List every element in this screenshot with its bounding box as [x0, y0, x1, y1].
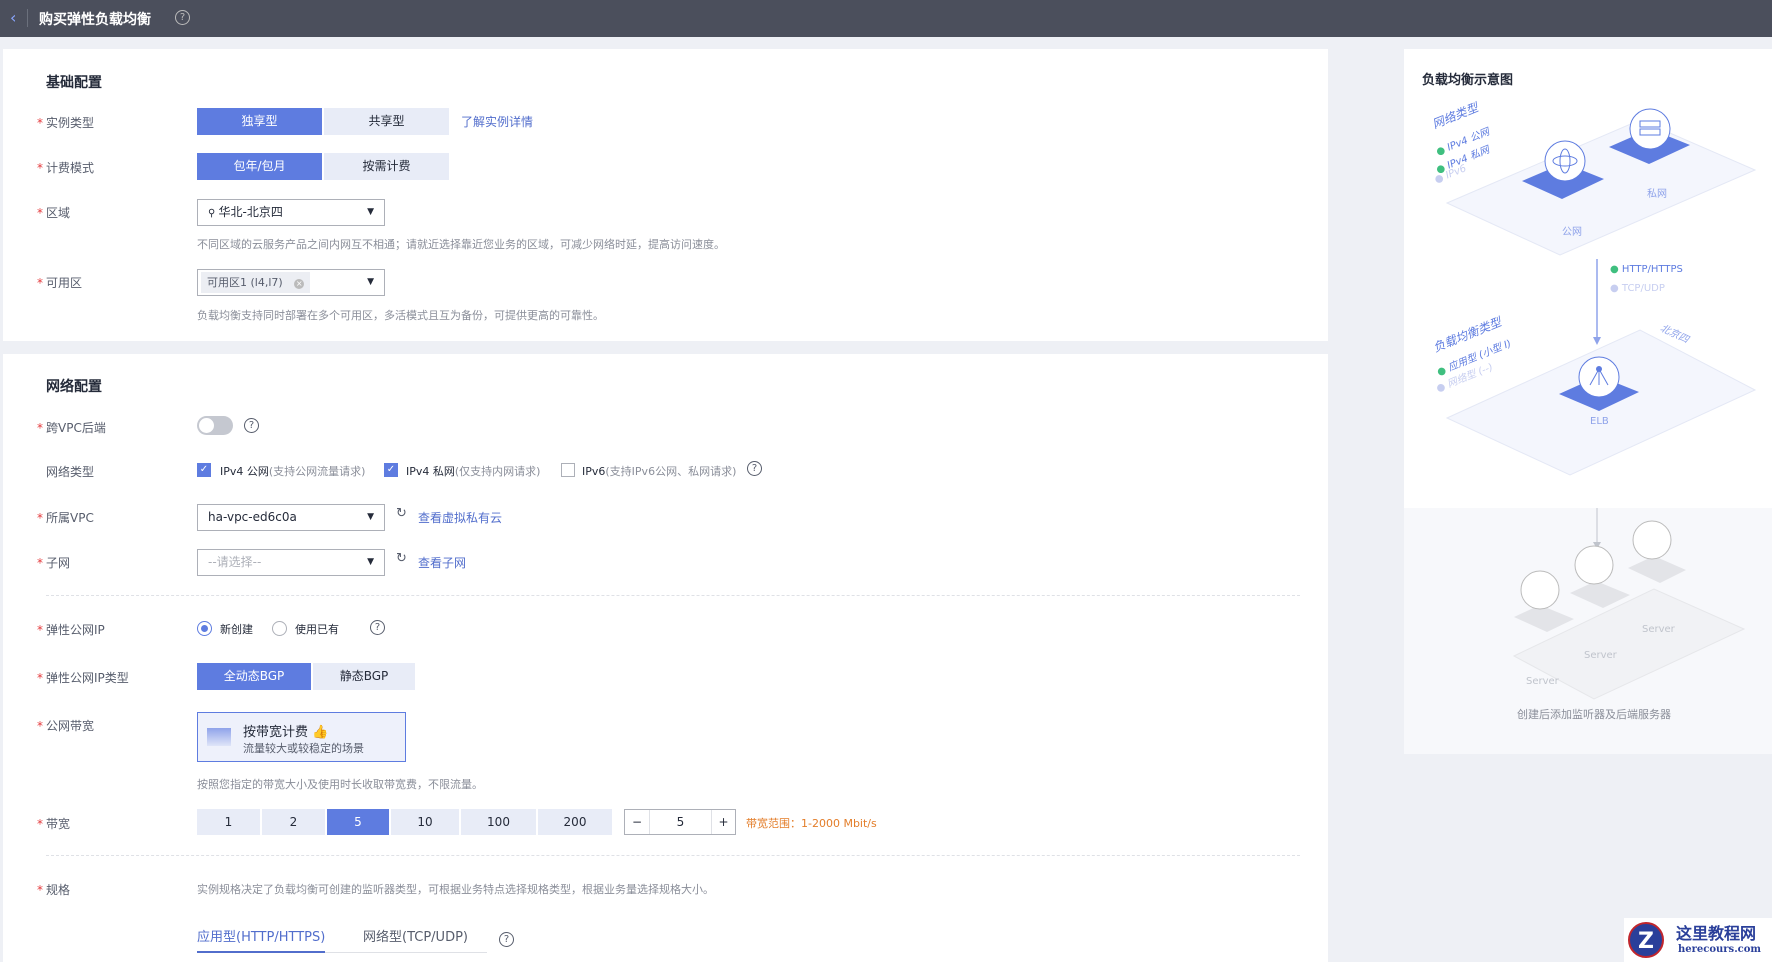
- radio-new[interactable]: [197, 621, 212, 636]
- section-title-basic: 基础配置: [46, 75, 102, 91]
- bandwidth-option-100[interactable]: 100: [461, 809, 536, 835]
- help-icon[interactable]: ?: [747, 461, 762, 476]
- private-label: 私网: [1647, 189, 1667, 200]
- card-desc: 流量较大或较稳定的场景: [243, 742, 364, 755]
- label-az: * 可用区: [37, 276, 83, 290]
- help-icon[interactable]: ?: [244, 418, 259, 433]
- dropdown-arrow-icon: ▼: [367, 512, 374, 522]
- dropdown-arrow-icon: ▼: [367, 207, 374, 217]
- checkbox-ipv4-private[interactable]: ✓: [384, 463, 398, 477]
- bandwidth-range: 带宽范围：1-2000 Mbit/s: [746, 817, 877, 830]
- view-vpc-link[interactable]: 查看虚拟私有云: [418, 509, 502, 526]
- region-select[interactable]: ⚲ 华北-北京四 ▼: [197, 199, 385, 226]
- page-title: 购买弹性负载均衡: [39, 12, 151, 28]
- chevron-left-icon[interactable]: ‹: [10, 8, 16, 27]
- diagram-footer: 创建后添加监听器及后端服务器: [1517, 708, 1671, 721]
- label-network-type: 网络类型: [46, 465, 95, 479]
- bandwidth-billing-card[interactable]: 按带宽计费 👍 流量较大或较稳定的场景: [197, 712, 406, 762]
- az-hint: 负载均衡支持同时部署在多个可用区，多活模式且互为备份，可提供更高的可靠性。: [197, 309, 604, 322]
- network-plane: [1445, 119, 1757, 256]
- radio-new-label: 新创建: [220, 623, 253, 636]
- label-eip-type: * 弹性公网IP类型: [37, 671, 129, 685]
- ipv4-public-label: IPv4 公网(支持公网流量请求): [220, 465, 366, 478]
- label-billing: * 计费模式: [37, 161, 95, 175]
- instance-type-dedicated[interactable]: 独享型: [197, 108, 322, 135]
- dropdown-arrow-icon: ▼: [367, 277, 374, 287]
- divider: [46, 855, 1300, 856]
- network-config-card: [3, 354, 1328, 962]
- protocol-item: ● HTTP/HTTPS: [1610, 264, 1683, 275]
- server-label: Server: [1584, 650, 1617, 661]
- bandwidth-option-2[interactable]: 2: [262, 809, 325, 835]
- cross-vpc-toggle[interactable]: [197, 416, 233, 435]
- bandwidth-input[interactable]: 5: [650, 810, 711, 834]
- diagram-panel: 负载均衡示意图 网络类型 ● IPv4 公网 ● IPv4 私网 ● IPv6 …: [1404, 49, 1772, 754]
- az-tag: 可用区1 (l4,l7) ×: [201, 272, 311, 293]
- disabled-icon: ●: [1610, 283, 1619, 294]
- spec-hint: 实例规格决定了负载均衡可创建的监听器类型，可根据业务特点选择规格类型，根据业务量…: [197, 883, 714, 896]
- ipv4-private-label: IPv4 私网(仅支持内网请求): [406, 465, 541, 478]
- label-spec: * 规格: [37, 883, 71, 897]
- instance-details-link[interactable]: 了解实例详情: [461, 113, 533, 130]
- bandwidth-option-10[interactable]: 10: [391, 809, 459, 835]
- bandwidth-option-5[interactable]: 5: [327, 809, 389, 835]
- radio-existing-label: 使用已有: [295, 623, 339, 636]
- region-hint: 不同区域的云服务产品之间内网互不相通；请就近选择靠近您业务的区域，可减少网络时延…: [197, 238, 725, 251]
- label-cross-vpc: * 跨VPC后端: [37, 421, 106, 435]
- radio-existing[interactable]: [272, 621, 287, 636]
- refresh-icon[interactable]: ↻: [396, 506, 407, 521]
- help-icon[interactable]: ?: [370, 620, 385, 635]
- top-header: ‹ 购买弹性负载均衡 ?: [0, 0, 1772, 37]
- bandwidth-option-1[interactable]: 1: [197, 809, 260, 835]
- protocol-item: ● TCP/UDP: [1610, 283, 1665, 294]
- card-title: 按带宽计费 👍: [243, 725, 329, 740]
- checkbox-ipv4-public[interactable]: ✓: [197, 463, 211, 477]
- label-eip: * 弹性公网IP: [37, 623, 105, 637]
- server-label: Server: [1526, 676, 1559, 687]
- vpc-select[interactable]: ha-vpc-ed6c0a ▼: [197, 504, 385, 531]
- location-pin-icon: ⚲: [208, 208, 219, 219]
- remove-tag-icon[interactable]: ×: [294, 279, 305, 289]
- diagram-title: 负载均衡示意图: [1422, 73, 1514, 88]
- minus-button[interactable]: −: [625, 810, 650, 834]
- server-label: Server: [1642, 624, 1675, 635]
- bandwidth-stepper: − 5 +: [624, 809, 736, 835]
- label-instance-type: * 实例类型: [37, 116, 95, 130]
- tab-network[interactable]: 网络型(TCP/UDP): [363, 926, 468, 945]
- billing-yearly-monthly[interactable]: 包年/包月: [197, 153, 322, 180]
- eip-type-static-bgp[interactable]: 静态BGP: [313, 663, 415, 690]
- bandwidth-billing-hint: 按照您指定的带宽大小及使用时长收取带宽费，不限流量。: [197, 778, 483, 791]
- divider: [27, 9, 28, 27]
- az-select[interactable]: 可用区1 (l4,l7) × ▼: [197, 269, 385, 296]
- help-icon[interactable]: ?: [175, 10, 190, 25]
- help-icon[interactable]: ?: [499, 932, 514, 947]
- label-bandwidth-billing: * 公网带宽: [37, 719, 95, 733]
- plus-button[interactable]: +: [711, 810, 735, 834]
- divider: [46, 595, 1300, 596]
- thumbs-up-icon: 👍: [312, 725, 329, 740]
- bandwidth-icon: [207, 728, 231, 746]
- tab-application[interactable]: 应用型(HTTP/HTTPS): [197, 926, 326, 953]
- label-bandwidth: * 带宽: [37, 817, 71, 831]
- subnet-select[interactable]: --请选择-- ▼: [197, 549, 385, 576]
- check-icon: ●: [1610, 264, 1619, 275]
- public-label: 公网: [1562, 227, 1582, 238]
- instance-type-shared[interactable]: 共享型: [324, 108, 449, 135]
- eip-type-dynamic-bgp[interactable]: 全动态BGP: [197, 663, 311, 690]
- label-region: * 区域: [37, 206, 71, 220]
- section-title-network: 网络配置: [46, 379, 102, 395]
- checkbox-ipv6[interactable]: [561, 463, 575, 477]
- basic-config-card: [3, 49, 1328, 341]
- label-vpc: * 所属VPC: [37, 511, 94, 525]
- arrow-head: [1593, 337, 1601, 345]
- watermark-logo: Z 这里教程网 herecours.com: [1624, 918, 1772, 962]
- refresh-icon[interactable]: ↻: [396, 551, 407, 566]
- elb-label: ELB: [1590, 416, 1609, 427]
- ipv6-label: IPv6(支持IPv6公网、私网请求): [582, 465, 737, 478]
- label-subnet: * 子网: [37, 556, 71, 570]
- billing-on-demand[interactable]: 按需计费: [324, 153, 449, 180]
- view-subnet-link[interactable]: 查看子网: [418, 554, 466, 571]
- dropdown-arrow-icon: ▼: [367, 557, 374, 567]
- bandwidth-option-200[interactable]: 200: [538, 809, 612, 835]
